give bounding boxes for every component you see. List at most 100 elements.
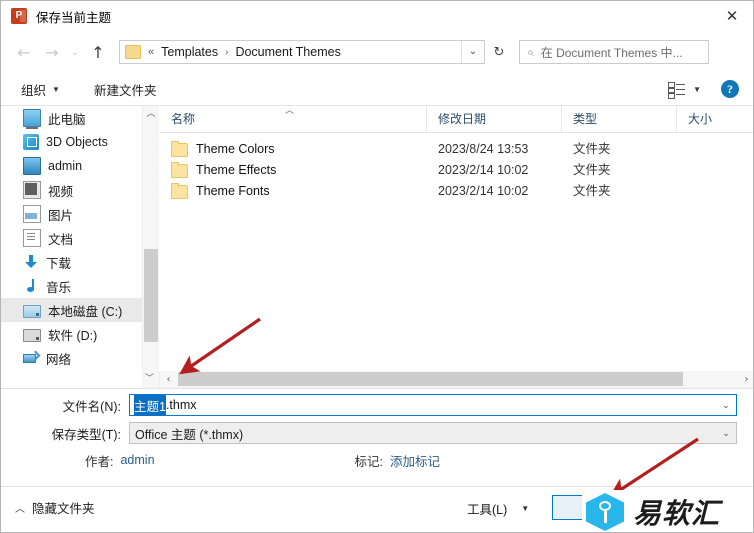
search-box[interactable]: ⌕ 在 Document Themes 中... [519,40,709,64]
hide-folders-button[interactable]: ︿ 隐藏文件夹 [15,498,95,517]
tools-label: 工具(L) [467,502,508,517]
file-date-cell: 2023/2/14 10:02 [438,184,529,198]
author-value[interactable]: admin [120,453,154,467]
view-options-icon[interactable] [668,82,686,99]
column-header-type[interactable]: 类型 [562,106,677,132]
table-row[interactable]: Theme Effects 2023/2/14 10:02 文件夹 [160,160,753,181]
save-theme-dialog: P 保存当前主题 ✕ ← → ⌄ ↑ « Templates › Documen… [0,0,754,533]
forward-icon[interactable]: → [38,38,66,66]
file-size-cell [677,181,753,202]
breadcrumb-overflow-icon[interactable]: « [148,46,154,58]
folder-icon [171,140,188,157]
address-dropdown-icon[interactable]: ⌄ [461,41,484,63]
new-folder-button[interactable]: 新建文件夹 [90,77,161,101]
hide-folders-label: 隐藏文件夹 [32,502,95,516]
file-type-cell: 文件夹 [573,163,611,177]
documents-icon [23,229,41,247]
dialog-title: 保存当前主题 [36,10,112,25]
file-date-cell: 2023/8/24 13:53 [438,142,529,156]
music-icon [23,278,39,294]
chevron-down-icon: ▼ [521,503,530,513]
sidebar-item-this-pc[interactable]: 此电脑 [1,106,142,130]
this-pc-icon [23,109,41,129]
watermark: 易软汇 [582,490,753,532]
sidebar-scroll-thumb[interactable] [144,249,158,342]
savetype-select[interactable]: Office 主题 (*.thmx) ⌄ [129,422,737,444]
chevron-down-icon[interactable]: ⌄ [716,423,736,443]
sidebar-item-network[interactable]: 网络 [1,346,142,370]
sidebar-item-documents[interactable]: 文档 [1,226,142,250]
sidebar-item-label: 音乐 [46,280,72,295]
scroll-up-icon[interactable]: ︿ [143,106,159,123]
powerpoint-icon: P [11,8,27,24]
metadata-row: 作者: admin 标记: 添加标记 [1,449,440,471]
folder-icon [171,182,188,199]
add-tag-link[interactable]: 添加标记 [390,451,440,470]
horizontal-scroll-thumb[interactable] [178,372,683,386]
filename-extension-text: .thmx [165,398,197,412]
sidebar-item-3d-objects[interactable]: 3D Objects [1,130,142,154]
tools-button[interactable]: 工具(L) ▼ [467,496,529,520]
up-icon[interactable]: ↑ [84,38,112,66]
column-header-size[interactable]: 大小 [677,106,753,132]
author-label: 作者: [85,454,114,469]
user-folder-icon [23,157,41,175]
folder-icon [125,45,141,59]
scroll-down-icon[interactable]: ﹀ [145,371,154,388]
sidebar-item-label: 本地磁盘 (C:) [48,304,123,319]
view-dropdown-icon[interactable]: ▼ [693,85,701,94]
sidebar-item-label: 图片 [48,208,74,223]
close-icon[interactable]: ✕ [709,1,753,31]
filename-input[interactable]: 主题1 .thmx ⌄ [129,394,737,416]
disk-icon [23,328,41,342]
column-header-date[interactable]: 修改日期 [427,106,562,132]
chevron-up-icon: ︿ [15,504,25,515]
navigation-sidebar: 此电脑 3D Objects admin 视频 图片 文档 下载 音乐 本地磁盘… [1,106,142,387]
sidebar-item-pictures[interactable]: 图片 [1,202,142,226]
sidebar-item-music[interactable]: 音乐 [1,274,142,298]
file-list-header: 名称 ︿ 修改日期 类型 大小 [160,105,753,133]
help-icon[interactable]: ? [721,80,739,98]
file-name-cell: Theme Effects [160,160,427,181]
chevron-down-icon[interactable]: ⌄ [716,395,736,415]
breadcrumb-templates[interactable]: Templates [161,45,218,59]
file-size-cell [677,160,753,181]
address-bar[interactable]: « Templates › Document Themes ⌄ [119,40,485,64]
toolbar-right-group: ▼ ? [668,73,753,105]
savetype-label: 保存类型(T): [51,427,121,442]
refresh-icon[interactable]: ↻ [487,40,511,64]
sidebar-item-label: 文档 [48,232,74,247]
shield-glyph [597,501,613,523]
sidebar-scrollbar[interactable]: ︿ ﹀ [142,106,159,387]
file-date-cell: 2023/2/14 10:02 [438,163,529,177]
file-type-cell: 文件夹 [573,184,611,198]
sidebar-item-label: 此电脑 [48,112,86,127]
savetype-row: 保存类型(T): Office 主题 (*.thmx) ⌄ [1,421,737,445]
scroll-left-icon[interactable]: ‹ [160,371,177,388]
search-icon: ⌕ [527,44,534,59]
local-disk-icon [23,304,41,318]
file-name-label: Theme Fonts [196,184,270,198]
sidebar-item-software-d[interactable]: 软件 (D:) [1,322,142,346]
save-form: 文件名(N): 主题1 .thmx ⌄ 保存类型(T): Office 主题 (… [1,388,753,487]
organize-button[interactable]: 组织 ▼ [17,77,64,101]
recent-locations-icon[interactable]: ⌄ [66,38,84,66]
sidebar-item-downloads[interactable]: 下载 [1,250,142,274]
scroll-right-icon[interactable]: › [738,371,753,388]
horizontal-scrollbar[interactable]: ﹀ ‹ › [142,371,753,388]
sidebar-item-label: 视频 [48,184,74,199]
network-icon [23,350,39,366]
filename-row: 文件名(N): 主题1 .thmx ⌄ [1,393,737,417]
table-row[interactable]: Theme Colors 2023/8/24 13:53 文件夹 [160,139,753,160]
breadcrumb-document-themes[interactable]: Document Themes [235,45,340,59]
sidebar-item-local-disk-c[interactable]: 本地磁盘 (C:) [1,298,142,322]
search-input[interactable]: 在 Document Themes 中... [541,44,683,61]
column-header-name[interactable]: 名称 ︿ [160,105,427,132]
3d-objects-icon [23,134,39,150]
file-size-cell [677,139,753,160]
table-row[interactable]: Theme Fonts 2023/2/14 10:02 文件夹 [160,181,753,202]
back-icon[interactable]: ← [10,38,38,66]
sidebar-item-label: 3D Objects [46,135,108,149]
sidebar-item-videos[interactable]: 视频 [1,178,142,202]
sidebar-item-admin[interactable]: admin [1,154,142,178]
